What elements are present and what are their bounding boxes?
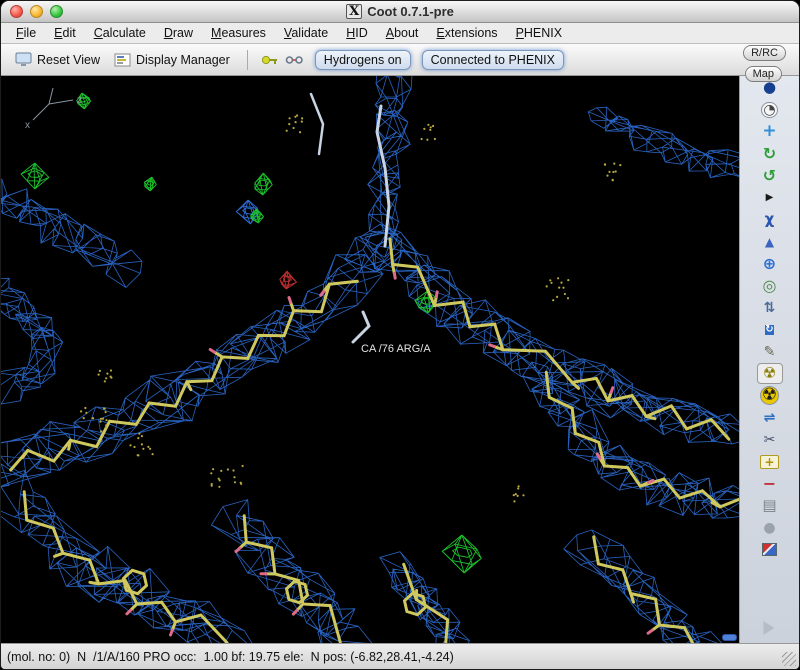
menu-extensions[interactable]: Extensions — [427, 23, 506, 43]
trash-icon[interactable]: ▤ — [757, 495, 783, 516]
mutate-icon[interactable]: ▲ — [757, 231, 783, 252]
menu-file[interactable]: File — [7, 23, 45, 43]
zoom-button[interactable] — [50, 5, 63, 18]
edit-chi-angles-icon[interactable]: ✎ — [757, 341, 783, 362]
undo-radiation-icon[interactable]: ☢ — [756, 363, 783, 384]
pep-flip-icon[interactable]: ⇅ — [757, 297, 783, 318]
coot-window: X Coot 0.7.1-pre File Edit Calculate Draw Me… — [0, 0, 800, 670]
axis-z-label: z — [77, 95, 82, 106]
minimize-button[interactable] — [30, 5, 43, 18]
toolbar-separator — [246, 49, 248, 70]
atom-label: CA /76 ARG/A — [361, 343, 431, 355]
display-manager-label: Display Manager — [136, 52, 230, 67]
display-manager-icon — [114, 53, 131, 66]
close-button[interactable] — [10, 5, 23, 18]
viewport-container: x z CA /76 ARG/A — [1, 76, 739, 643]
reset-view-label: Reset View — [37, 52, 100, 67]
menu-hid[interactable]: HID — [337, 23, 377, 43]
right-toolbar: ● ◔ + ↻ ↺ ▶ χ ▲ ⊕ ◎ ⇅ ↻ ✎ ☢ ☢ ⇌ ✂ + − ▤ ● — [739, 76, 799, 643]
add-terminal-residue-icon[interactable]: ⊕ — [757, 253, 783, 274]
resize-grip[interactable] — [782, 652, 796, 666]
x11-icon: X — [346, 4, 363, 19]
cut-icon[interactable]: ✂ — [757, 429, 783, 450]
run-arrow-icon[interactable] — [762, 621, 774, 635]
menu-calculate[interactable]: Calculate — [85, 23, 155, 43]
hydrogens-toggle-button[interactable]: Hydrogens on — [314, 49, 411, 70]
rotate-view-icon[interactable]: ↻ — [757, 143, 783, 164]
radiation-icon[interactable]: ☢ — [757, 385, 783, 406]
status-text: (mol. no: 0) N /1/A/160 PRO occ: 1.00 bf… — [7, 649, 454, 664]
toolbar: Reset View Display Manager Hydrogens on … — [1, 44, 799, 76]
rotamer-icon[interactable]: χ — [757, 209, 783, 230]
menu-edit[interactable]: Edit — [45, 23, 85, 43]
scrollbar-thumb[interactable] — [722, 634, 737, 641]
gray-sphere-icon[interactable]: ● — [757, 517, 783, 538]
add-atom-icon[interactable]: + — [757, 451, 783, 472]
display-flag-icon[interactable] — [757, 539, 783, 560]
axis-x-label: x — [25, 120, 30, 131]
real-space-refine-icon[interactable]: ◎ — [757, 275, 783, 296]
menu-validate[interactable]: Validate — [275, 23, 337, 43]
map-button[interactable]: Map — [744, 66, 782, 82]
link-icon[interactable] — [285, 54, 304, 66]
menu-draw[interactable]: Draw — [155, 23, 202, 43]
key-icon[interactable] — [261, 54, 279, 66]
refine-residue-icon[interactable]: ⇌ — [757, 407, 783, 428]
play-icon[interactable]: ▶ — [757, 187, 783, 208]
clock-icon[interactable]: ◔ — [757, 99, 783, 120]
display-manager-button[interactable]: Display Manager — [110, 53, 234, 67]
recenter-view-icon[interactable]: ↺ — [757, 165, 783, 186]
menu-measures[interactable]: Measures — [202, 23, 275, 43]
reset-view-icon — [15, 52, 32, 66]
rrc-button[interactable]: R/RC — [743, 45, 786, 61]
phenix-connection-button[interactable]: Connected to PHENIX — [421, 49, 564, 70]
statusbar: (mol. no: 0) N /1/A/160 PRO occ: 1.00 bf… — [1, 643, 799, 669]
menu-about[interactable]: About — [377, 23, 428, 43]
3d-viewport[interactable]: x z CA /76 ARG/A — [1, 76, 739, 643]
titlebar[interactable]: X Coot 0.7.1-pre — [1, 1, 799, 23]
menubar: File Edit Calculate Draw Measures Validate HID… — [1, 23, 799, 44]
menu-phenix[interactable]: PHENIX — [507, 23, 572, 43]
reset-view-button[interactable]: Reset View — [11, 52, 104, 67]
side-chain-180-icon[interactable]: ↻ — [757, 319, 783, 340]
translate-view-icon[interactable]: + — [757, 121, 783, 142]
delete-item-icon[interactable]: − — [757, 473, 783, 494]
window-title: Coot 0.7.1-pre — [367, 4, 454, 19]
